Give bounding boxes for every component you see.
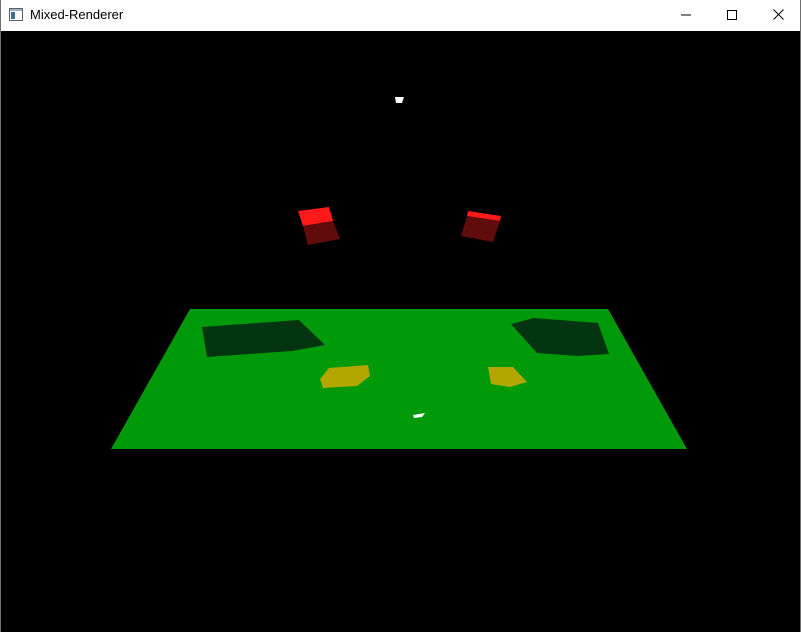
left-cube	[298, 207, 340, 245]
window-title: Mixed-Renderer	[30, 7, 124, 22]
light-source	[395, 97, 404, 103]
render-viewport[interactable]	[1, 31, 800, 632]
app-window: Mixed-Renderer	[0, 0, 801, 632]
right-cube	[461, 211, 501, 242]
title-bar[interactable]: Mixed-Renderer	[1, 0, 800, 31]
minimize-button[interactable]	[663, 0, 709, 31]
scene-canvas	[111, 97, 687, 449]
close-button[interactable]	[755, 0, 801, 31]
ground-plane	[111, 309, 687, 449]
close-icon	[772, 7, 784, 25]
app-window-icon[interactable]	[9, 8, 23, 21]
maximize-button[interactable]	[709, 0, 755, 31]
minimize-icon	[681, 7, 691, 25]
maximize-icon	[727, 7, 737, 25]
